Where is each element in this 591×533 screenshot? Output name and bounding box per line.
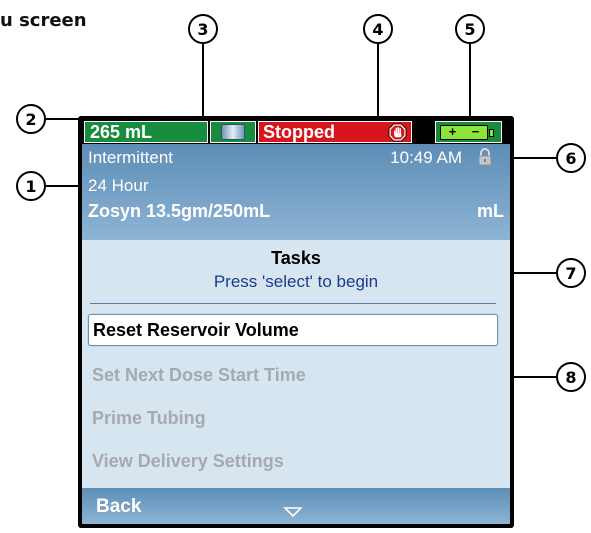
tasks-hint: Press 'select' to begin	[213, 272, 379, 291]
pump-state-indicator: Stopped	[258, 121, 412, 143]
callout-2: 2	[16, 104, 46, 134]
callout-6-leader	[508, 157, 556, 159]
delivery-duration: 24 Hour	[88, 176, 149, 195]
tasks-divider	[90, 303, 496, 304]
delivery-mode: Intermittent	[88, 148, 174, 167]
dose-units: mL	[477, 201, 504, 221]
drug-name: Zosyn 13.5gm/250mL	[88, 201, 271, 221]
infusion-info-panel: Intermittent 24 Hour Zosyn 13.5gm/250mL …	[82, 144, 510, 240]
battery-minus: −	[471, 124, 480, 139]
figure-caption: u screen	[0, 10, 87, 31]
callout-8: 8	[556, 362, 586, 392]
callout-1: 1	[16, 171, 46, 201]
callout-4: 4	[363, 14, 393, 44]
callout-3-leader	[202, 44, 204, 124]
stop-hand-icon	[388, 123, 407, 142]
reservoir-indicator	[210, 121, 256, 143]
callout-7: 7	[556, 258, 586, 288]
callout-5: 5	[455, 14, 485, 44]
battery-tip	[489, 129, 494, 137]
pump-screen: 265 mL Stopped + − Intermittent 24 Hour …	[82, 120, 510, 524]
battery-indicator: + −	[435, 121, 502, 143]
reservoir-icon	[221, 124, 245, 140]
tasks-title: Tasks	[271, 248, 321, 268]
clock-time: 10:49 AM	[390, 148, 462, 167]
status-bar: 265 mL Stopped + −	[82, 120, 510, 144]
callout-5-leader	[469, 44, 471, 124]
battery-icon: + −	[440, 125, 488, 140]
pump-state-label: Stopped	[263, 122, 335, 142]
callout-4-leader	[377, 44, 379, 124]
callout-6: 6	[556, 143, 586, 173]
softkey-bar: Back	[82, 488, 510, 524]
lock-icon	[478, 148, 492, 166]
task-prime-tubing[interactable]: Prime Tubing	[88, 403, 498, 435]
task-set-next-dose-start-time[interactable]: Set Next Dose Start Time	[88, 360, 498, 392]
task-reset-reservoir-volume[interactable]: Reset Reservoir Volume	[88, 314, 498, 346]
battery-plus: +	[448, 124, 457, 139]
task-view-delivery-settings[interactable]: View Delivery Settings	[88, 446, 498, 478]
reservoir-volume-indicator: 265 mL	[84, 121, 208, 143]
back-softkey[interactable]: Back	[96, 496, 141, 518]
callout-3: 3	[188, 14, 218, 44]
scroll-down-icon[interactable]	[283, 506, 303, 518]
